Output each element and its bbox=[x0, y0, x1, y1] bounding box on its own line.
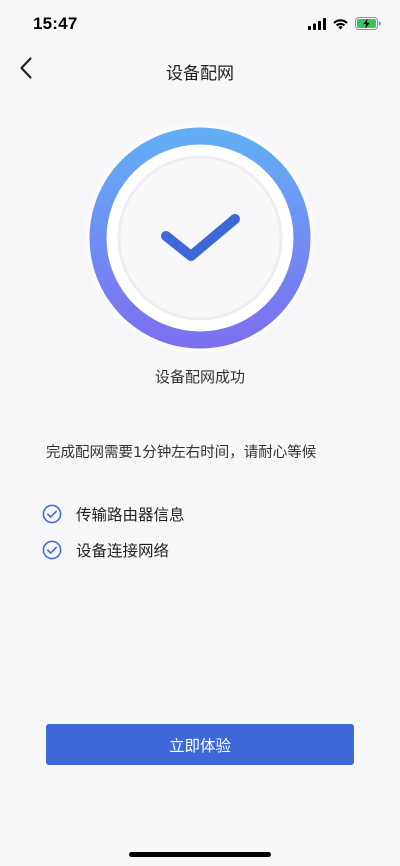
success-ring bbox=[84, 122, 316, 354]
status-time: 15:47 bbox=[33, 14, 78, 33]
step-label: 设备连接网络 bbox=[76, 542, 170, 560]
checkmark-icon bbox=[160, 210, 242, 272]
check-circle-icon bbox=[42, 504, 62, 524]
status-icons bbox=[308, 15, 382, 34]
nav-bar: 设备配网 bbox=[0, 48, 400, 92]
signal-icon bbox=[308, 15, 326, 34]
check-circle-icon bbox=[42, 540, 62, 560]
page-title: 设备配网 bbox=[166, 64, 234, 84]
battery-charging-icon bbox=[355, 15, 382, 34]
home-indicator[interactable] bbox=[129, 852, 271, 857]
wifi-icon bbox=[332, 15, 349, 34]
step-label: 传输路由器信息 bbox=[76, 506, 185, 524]
step-item: 传输路由器信息 bbox=[42, 496, 185, 532]
step-item: 设备连接网络 bbox=[42, 532, 185, 568]
step-list: 传输路由器信息 设备连接网络 bbox=[42, 496, 185, 568]
tip-text: 完成配网需要1分钟左右时间，请耐心等候 bbox=[46, 445, 317, 461]
success-label: 设备配网成功 bbox=[154, 368, 245, 386]
try-now-button[interactable]: 立即体验 bbox=[46, 724, 354, 765]
status-bar: 15:47 bbox=[0, 0, 400, 48]
